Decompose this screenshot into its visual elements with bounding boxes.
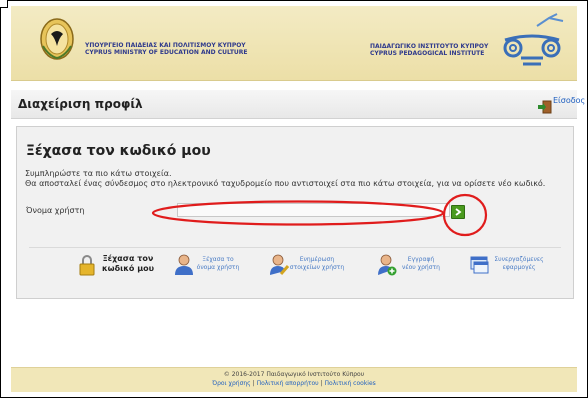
- copyright-text: © 2016-2017 Παιδαγωγικό Ινστιτούτο Κύπρο…: [223, 371, 365, 378]
- option-partner-apps[interactable]: Συνεργαζόμενες εφαρμογές: [470, 254, 550, 280]
- site-footer: © 2016-2017 Παιδαγωγικό Ινστιτούτο Κύπρο…: [11, 367, 577, 392]
- option-label-line2: στοιχείων χρήστη: [289, 264, 345, 271]
- lock-icon: [79, 255, 95, 276]
- username-label: Όνομα χρήστη: [26, 206, 85, 215]
- moe-name: ΥΠΟΥΡΓΕΙΟ ΠΑΙΔΕΙΑΣ ΚΑΙ ΠΟΛΙΤΙΣΜΟΥ ΚΥΠΡΟΥ…: [85, 42, 248, 56]
- cookies-link[interactable]: Πολιτική cookies: [325, 380, 376, 387]
- option-label-line1: Ξέχασα τον: [102, 254, 154, 263]
- option-forgot-password[interactable]: Ξέχασα τον κωδικό μου: [79, 254, 159, 280]
- cyprus-emblem-icon[interactable]: [37, 16, 77, 62]
- username-input[interactable]: [177, 203, 450, 217]
- door-login-icon[interactable]: [538, 100, 552, 114]
- user-icon: [175, 254, 193, 275]
- ionic-column-logo-icon[interactable]: [497, 12, 567, 70]
- instructions-line-1: Συμπληρώστε τα πιο κάτω στοιχεία.: [25, 169, 172, 178]
- option-label-line1: Ξέχασα το: [202, 256, 234, 263]
- option-forgot-username[interactable]: Ξέχασα το όνομα χρήστη: [174, 254, 244, 280]
- user-add-icon: [378, 254, 397, 276]
- footer-separator: |: [252, 380, 255, 387]
- profile-bar: Διαχείριση προφίλ Είσοδος: [11, 90, 585, 119]
- submit-button[interactable]: [451, 205, 465, 219]
- option-label-line2: νέου χρήστη: [402, 264, 440, 271]
- frame-corner: [0, 0, 8, 8]
- login-link[interactable]: Είσοδος: [553, 96, 585, 105]
- option-label-line2: όνομα χρήστη: [196, 264, 240, 271]
- cpi-name: ΠΑΙΔΑΓΩΓΙΚΟ ΙΝΣΤΙΤΟΥΤΟ ΚΥΠΡΟΥ CYPRUS PED…: [370, 43, 489, 57]
- forgot-password-title: Ξέχασα τον κωδικό μου: [26, 143, 211, 159]
- privacy-link[interactable]: Πολιτική απορρήτου: [257, 380, 319, 387]
- option-register[interactable]: Εγγραφή νέου χρήστη: [377, 254, 447, 280]
- forgot-password-panel: Ξέχασα τον κωδικό μου Συμπληρώστε τα πιο…: [16, 126, 574, 299]
- site-header: ΥΠΟΥΡΓΕΙΟ ΠΑΙΔΕΙΑΣ ΚΑΙ ΠΟΛΙΤΙΣΜΟΥ ΚΥΠΡΟΥ…: [11, 6, 577, 81]
- option-label-line1: Εγγραφή: [407, 256, 435, 263]
- footer-separator: |: [320, 380, 323, 387]
- account-options: Ξέχασα τον κωδικό μου Ξέχασα το όνομα χρ…: [29, 247, 561, 282]
- footer-links: Όροι χρήσης | Πολιτική απορρήτου | Πολιτ…: [11, 380, 577, 387]
- instructions-line-2: Θα αποσταλεί ένας σύνδεσμος στο ηλεκτρον…: [25, 179, 546, 188]
- option-label-line1: Συνεργαζόμενες: [494, 256, 544, 263]
- option-label-line2: εφαρμογές: [502, 264, 536, 271]
- arrow-right-icon: [455, 208, 462, 216]
- option-label-line1: Ενημέρωση: [299, 256, 335, 263]
- page-title: Διαχείριση προφίλ: [18, 97, 143, 111]
- terms-link[interactable]: Όροι χρήσης: [212, 380, 251, 387]
- user-edit-icon: [270, 254, 289, 275]
- option-update-user[interactable]: Ενημέρωση στοιχείων χρήστη: [269, 254, 347, 280]
- windows-icon: [470, 256, 489, 274]
- option-label-line2: κωδικό μου: [102, 264, 154, 273]
